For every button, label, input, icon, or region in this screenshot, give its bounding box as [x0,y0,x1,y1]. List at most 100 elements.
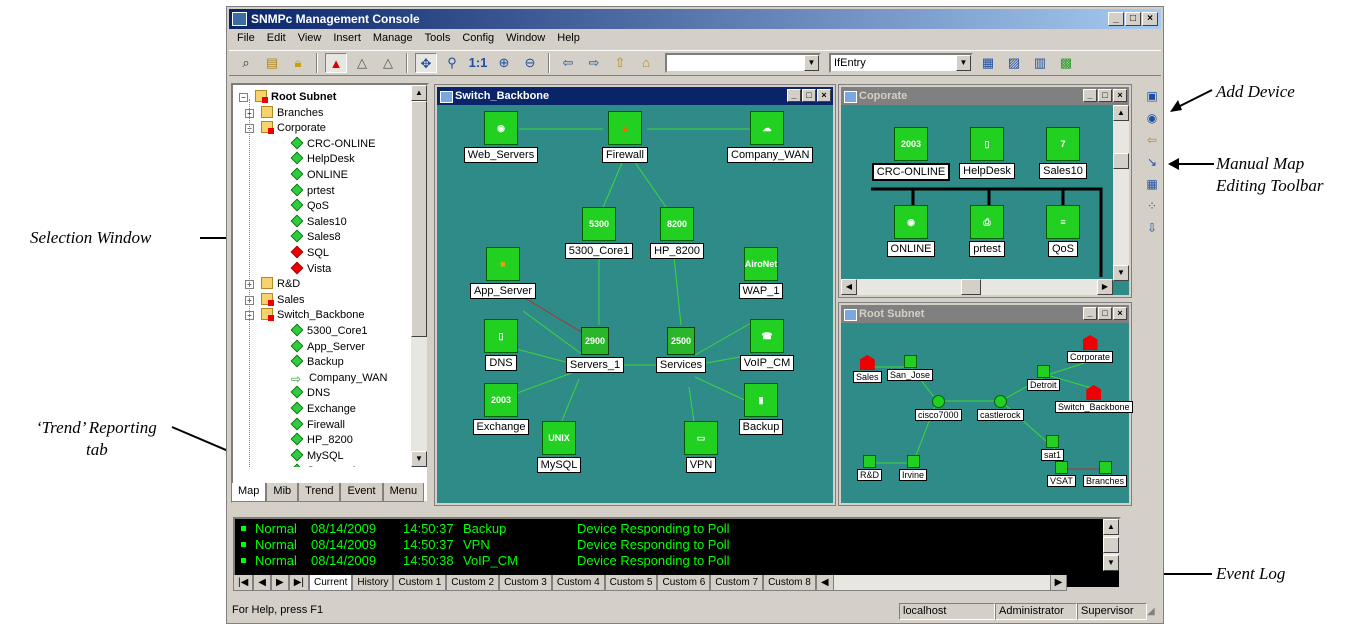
scroll-down-icon[interactable]: ▼ [1103,555,1119,571]
menu-help[interactable]: Help [551,30,586,48]
device-prtest[interactable]: ⎙ prtest [947,205,1027,257]
tab-custom-3[interactable]: Custom 3 [499,575,552,591]
find-icon[interactable]: ⌕ [235,53,257,73]
tab-trend[interactable]: Trend [298,483,341,502]
subnet-irvine[interactable]: Irvine [899,455,928,481]
menu-window[interactable]: Window [500,30,551,48]
prev-page-icon[interactable]: ◀ [253,575,271,591]
move-icon[interactable]: ✥ [415,53,437,73]
device-wap-1[interactable]: AiroNet WAP_1 [721,247,801,299]
tree-item[interactable]: + R&D [245,276,300,292]
selection-tree[interactable]: − Root Subnet + Branches − Corporate CRC-ONLIN… [235,87,409,467]
subnet-rd[interactable]: R&D [857,455,883,481]
scroll-down-icon[interactable]: ▼ [1113,265,1129,281]
table-view-icon[interactable]: ▦ [977,53,999,73]
tree-item[interactable]: SQL [290,245,329,261]
zoom-icon[interactable]: ⚲ [441,53,463,73]
device-app-server[interactable]: ■ App_Server [463,247,543,299]
device-servers-1[interactable]: 2900 Servers_1 [555,327,635,373]
tree-item[interactable]: − Switch_Backbone [245,307,364,323]
tab-custom-8[interactable]: Custom 8 [763,575,816,591]
properties-icon[interactable]: ▤ [261,53,283,73]
device-mysql[interactable]: UNIX MySQL [519,421,599,473]
subnet-vsat[interactable]: VSAT [1047,461,1076,487]
device-helpdesk[interactable]: ▯ HelpDesk [947,127,1027,179]
scroll-thumb[interactable] [961,279,981,295]
tab-event[interactable]: Event [340,483,383,502]
home-icon[interactable]: ⌂ [635,53,657,73]
menu-view[interactable]: View [292,30,328,48]
minimize-button[interactable]: _ [1108,12,1124,26]
scroll-left-icon[interactable]: ◀ [841,279,857,295]
tab-mib[interactable]: Mib [266,483,299,502]
forward-arrow-icon[interactable]: ⇨ [583,53,605,73]
device-vpn[interactable]: ▭ VPN [661,421,741,473]
device-dns[interactable]: ▯ DNS [461,319,541,371]
tab-custom-4[interactable]: Custom 4 [551,575,605,591]
router-cisco7000[interactable]: cisco7000 [915,395,962,421]
menu-file[interactable]: File [231,30,261,48]
tree-item[interactable]: Servers_1 [290,463,357,467]
scroll-down-icon[interactable]: ▼ [411,451,427,467]
report-icon[interactable]: ▥ [1029,53,1051,73]
tree-item[interactable]: − Corporate [245,120,326,136]
bell-mute-icon[interactable]: △ [351,53,373,73]
event-row[interactable]: Normal 08/14/2009 14:50:37 Backup Device Res… [235,521,1105,537]
scroll-up-icon[interactable]: ▲ [1103,519,1119,535]
tab-map[interactable]: Map [231,483,267,502]
tree-item[interactable]: prtest [290,183,335,199]
event-row[interactable]: Normal 08/14/2009 14:50:38 VoIP_CM Device Re… [235,553,1105,569]
scroll-thumb[interactable] [1113,153,1129,169]
table-combo[interactable]: IfEntry ▼ [829,53,973,73]
scroll-left-icon[interactable]: ◀ [815,575,834,591]
device-5300-core1[interactable]: 5300 5300_Core1 [559,207,639,259]
collapse-icon[interactable]: − [239,93,248,102]
mib-combo[interactable]: ▼ [665,53,821,73]
event-row[interactable]: Normal 08/14/2009 14:50:37 VPN Device Respon… [235,537,1105,553]
tab-current[interactable]: Current [309,575,353,591]
tree-item[interactable]: + Sales [245,292,305,308]
tree-item[interactable]: CRC-ONLINE [290,136,375,152]
map-window-icon[interactable]: ▣ [1143,87,1161,106]
add-subnet-icon[interactable]: ▦ [1143,175,1161,194]
maximize-button[interactable]: □ [1125,12,1141,26]
tab-custom-5[interactable]: Custom 5 [604,575,658,591]
menu-edit[interactable]: Edit [261,30,292,48]
graph-view-icon[interactable]: ▨ [1003,53,1025,73]
subnet-sales[interactable]: Sales [853,355,882,383]
subnet-branches[interactable]: Branches [1083,461,1128,487]
tree-item[interactable]: − Root Subnet [239,89,336,105]
device-sales10[interactable]: 7 Sales10 [1023,127,1103,179]
tab-custom-2[interactable]: Custom 2 [446,575,500,591]
device-services[interactable]: 2500 Services [641,327,721,373]
menu-insert[interactable]: Insert [327,30,367,48]
tab-menu[interactable]: Menu [382,483,425,502]
tree-item[interactable]: ⇨ Company_WAN [291,370,387,386]
tree-item[interactable]: HP_8200 [290,432,353,448]
tab-custom-6[interactable]: Custom 6 [657,575,711,591]
chevron-down-icon[interactable]: ▼ [956,55,971,71]
tab-history[interactable]: History [352,575,394,591]
tree-item[interactable]: QoS [290,198,329,214]
resize-grip-icon[interactable]: ◢ [1147,603,1159,621]
import-icon[interactable]: ⇩ [1143,219,1161,238]
subnet-sat1[interactable]: sat1 [1041,435,1065,461]
first-page-icon[interactable]: |◀ [233,575,254,591]
menu-manage[interactable]: Manage [367,30,419,48]
device-qos[interactable]: ≡ QoS [1023,205,1103,257]
tree-item[interactable]: Exchange [290,401,356,417]
tab-custom-7[interactable]: Custom 7 [710,575,764,591]
zoom-in-icon[interactable]: ⊕ [493,53,515,73]
menu-tools[interactable]: Tools [419,30,457,48]
tree-item[interactable]: Sales8 [290,229,341,245]
router-castlerock[interactable]: castlerock [977,395,1024,421]
tree-item[interactable]: Firewall [290,417,345,433]
tree-item[interactable]: Backup [290,354,344,370]
device-firewall[interactable]: ▲ Firewall [585,111,665,163]
tree-item[interactable]: App_Server [290,339,365,355]
tree-scrollbar[interactable]: ▲ ▼ [411,85,427,467]
tree-item[interactable]: Sales10 [290,214,347,230]
layout-icon[interactable]: ⁘ [1143,197,1161,216]
subnet-switch-backbone[interactable]: Switch_Backbone [1055,385,1133,413]
event-log-vscroll[interactable]: ▲ ▼ [1103,519,1119,571]
